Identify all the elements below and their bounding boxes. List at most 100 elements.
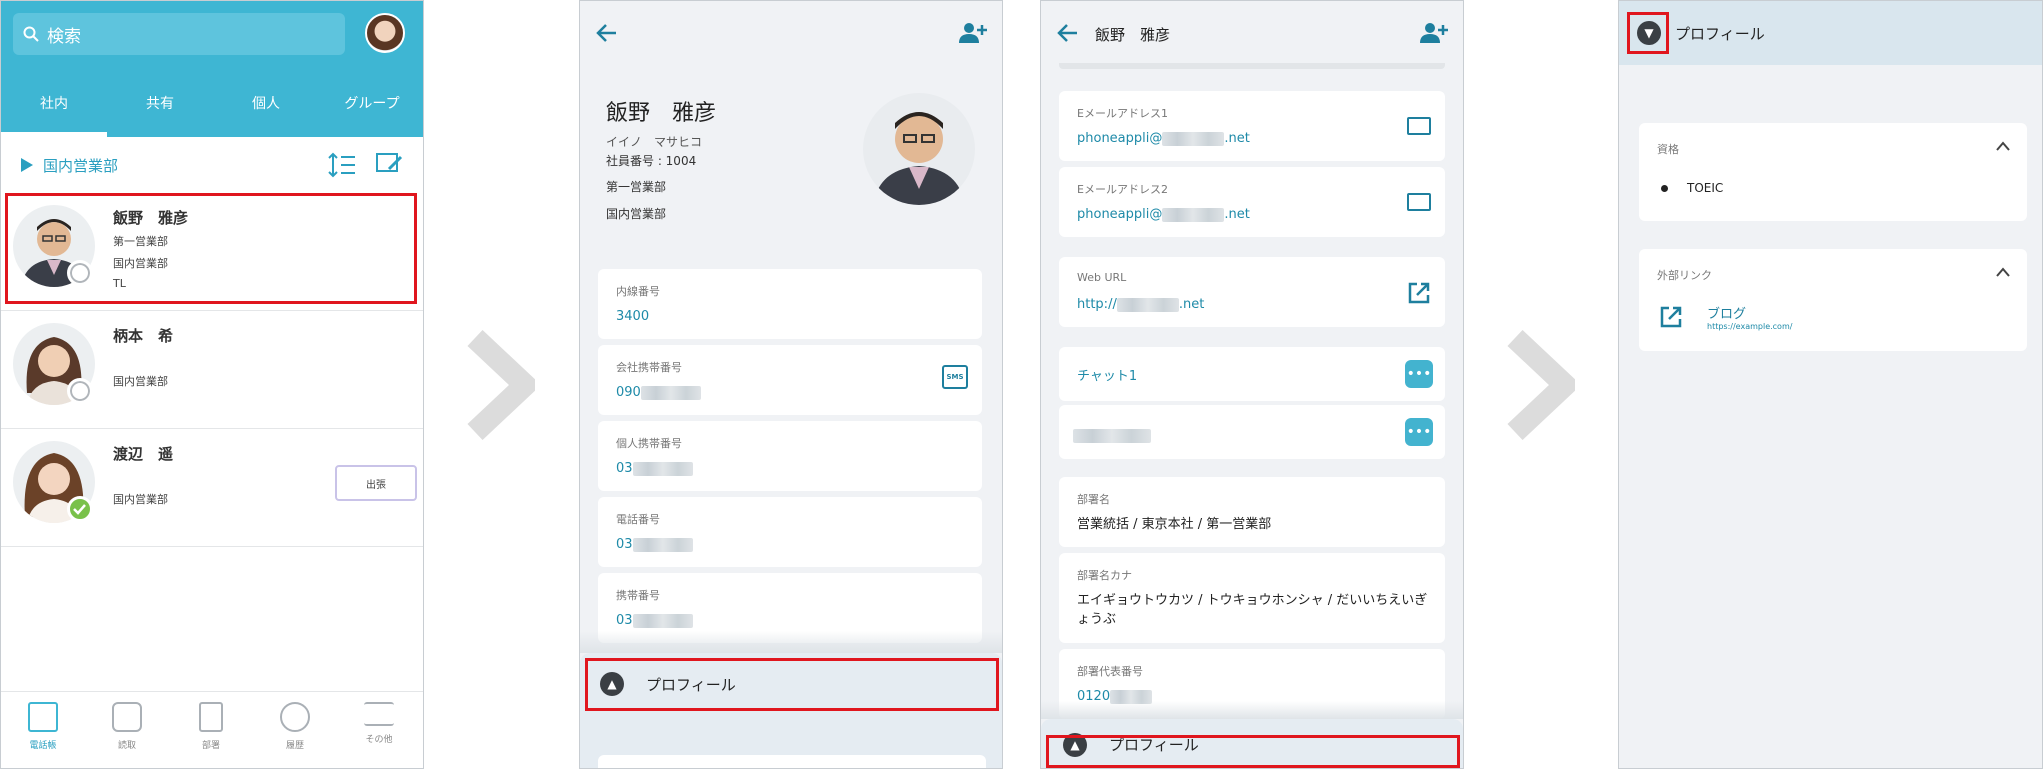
field-card[interactable]: 会社携帯番号 090 SMS: [598, 345, 982, 415]
screen-contact-detail: 飯野 雅彦 イイノ マサヒコ 社員番号 : 1004 第一営業部 国内営業部 内…: [579, 0, 1003, 769]
bullet: [1661, 185, 1668, 192]
external-links-label: 外部リンク: [1657, 269, 1712, 282]
external-links-card: 外部リンク ブログ https://example.com/: [1639, 249, 2027, 351]
link-title[interactable]: ブログ: [1707, 303, 1746, 322]
email-prefix: phoneappli@: [1077, 131, 1163, 146]
chevron-right-icon: [467, 330, 535, 440]
web-value: http:// .net: [1077, 297, 1204, 312]
profile-bar[interactable]: ▲ プロフィール: [1041, 719, 1463, 768]
profile-header-title: プロフィール: [1675, 25, 1765, 43]
contact-name: 飯野 雅彦: [606, 101, 717, 126]
chat-icon[interactable]: •••: [1405, 360, 1433, 388]
tab-personal[interactable]: 個人: [213, 93, 319, 113]
tab-internal[interactable]: 社内: [1, 93, 107, 113]
field-label: 内線番号: [616, 285, 660, 298]
field-label: 電話番号: [616, 513, 660, 526]
email-card[interactable]: Eメールアドレス2 phoneappli@ .net: [1059, 167, 1445, 237]
nav-department[interactable]: 部署: [169, 702, 253, 751]
profile-bar[interactable]: ▲ プロフィール: [580, 653, 1002, 715]
contact-division: 国内営業部: [113, 257, 168, 270]
menu-icon: [364, 702, 394, 726]
nav-more[interactable]: その他: [337, 702, 421, 745]
department: 第一営業部: [606, 180, 667, 194]
nav-label: 部署: [201, 741, 220, 751]
tab-shared[interactable]: 共有: [107, 93, 213, 113]
nav-phonebook[interactable]: 電話帳: [1, 702, 85, 751]
status-button[interactable]: 出張: [335, 465, 417, 501]
email-value: phoneappli@ .net: [1077, 207, 1250, 222]
field-card[interactable]: 個人携帯番号 03: [598, 421, 982, 491]
contact-dept: 第一営業部: [113, 235, 168, 248]
email-suffix: .net: [1224, 207, 1250, 222]
fade-shadow: [580, 631, 1002, 653]
building-icon: [199, 702, 223, 732]
tab-group[interactable]: グループ: [319, 93, 423, 113]
chevron-up-icon[interactable]: [1995, 267, 2011, 277]
field-value: 営業統括 / 東京本社 / 第一営業部: [1077, 517, 1272, 532]
add-contact-icon[interactable]: [1419, 21, 1449, 45]
field-value: 03: [616, 537, 693, 552]
user-avatar[interactable]: [365, 13, 405, 53]
status-badge: [67, 378, 93, 404]
field-card[interactable]: 内線番号 3400: [598, 269, 982, 339]
search-placeholder: 検索: [47, 26, 81, 47]
nav-history[interactable]: 履歴: [253, 702, 337, 751]
dept-kana-card: 部署名カナエイギョウトウカツ / トウキョウホンシャ / だいいちえいぎょうぶ: [1059, 553, 1445, 643]
external-link-icon[interactable]: [1407, 281, 1431, 305]
nav-label: 電話帳: [29, 741, 57, 751]
field-value-text: 090: [616, 385, 641, 400]
mail-icon[interactable]: [1407, 193, 1431, 211]
list-item[interactable]: 渡辺 遥 国内営業部 出張: [1, 429, 423, 547]
edit-list-icon[interactable]: [375, 151, 403, 177]
fade-shadow: [1041, 701, 1463, 719]
profile-bar-label: プロフィール: [646, 675, 736, 694]
chat-value: [1073, 425, 1151, 444]
qualification-card: 資格 TOEIC: [1639, 123, 2027, 221]
sort-icon[interactable]: [327, 151, 357, 179]
chat-card[interactable]: チャット1 •••: [1059, 347, 1445, 401]
status-badge: [67, 260, 93, 286]
profile-panel: [580, 715, 1002, 768]
qualification-label: 資格: [1657, 143, 1679, 156]
field-label: 部署名カナ: [1077, 569, 1132, 582]
field-label: 個人携帯番号: [616, 437, 682, 450]
sms-icon[interactable]: SMS: [942, 365, 968, 389]
bottom-nav: 電話帳 読取 部署 履歴 その他: [1, 691, 423, 768]
back-arrow-icon[interactable]: [1057, 23, 1079, 43]
chevron-down-icon[interactable]: ▼: [1637, 21, 1661, 45]
screen-profile-panel: ▼ プロフィール 資格 TOEIC 外部リンク ブログ https://exam…: [1618, 0, 2043, 769]
chat-icon[interactable]: •••: [1405, 418, 1433, 446]
section-header[interactable]: 国内営業部: [1, 137, 423, 193]
link-url[interactable]: https://example.com/: [1707, 322, 1792, 331]
add-contact-icon[interactable]: [958, 21, 988, 45]
list-item[interactable]: 柄本 希 国内営業部: [1, 311, 423, 429]
email-card[interactable]: Eメールアドレス1 phoneappli@ .net: [1059, 91, 1445, 161]
chevron-up-icon: ▲: [1063, 732, 1087, 757]
external-link-icon[interactable]: [1659, 305, 1683, 329]
panel-card-peek: [598, 755, 986, 768]
division: 国内営業部: [606, 207, 667, 221]
contact-role: TL: [113, 277, 126, 290]
list-item[interactable]: 飯野 雅彦 第一営業部 国内営業部 TL: [1, 193, 423, 311]
field-value: エイギョウトウカツ / トウキョウホンシャ / だいいちえいぎょうぶ: [1077, 593, 1428, 627]
back-arrow-icon[interactable]: [596, 23, 618, 43]
mail-icon[interactable]: [1407, 117, 1431, 135]
play-icon: [21, 158, 33, 172]
search-icon: [23, 26, 39, 42]
web-card[interactable]: Web URL http:// .net: [1059, 257, 1445, 327]
clock-icon: [280, 702, 310, 732]
employee-number: 社員番号 : 1004: [606, 154, 697, 168]
contact-division: 国内営業部: [113, 375, 168, 388]
field-label: Eメールアドレス2: [1077, 183, 1168, 196]
nav-label: 読取: [117, 741, 136, 751]
screen-contact-list: 検索 社内 共有 個人 グループ 国内営業部 飯野 雅彦 第一営業部 国内営業部…: [0, 0, 424, 769]
chat-card[interactable]: •••: [1059, 405, 1445, 459]
nav-scan[interactable]: 読取: [85, 702, 169, 751]
section-label: 国内営業部: [43, 156, 119, 175]
camera-icon: [112, 702, 142, 732]
field-label: 部署名: [1077, 493, 1110, 506]
field-card[interactable]: 電話番号 03: [598, 497, 982, 567]
search-input[interactable]: 検索: [13, 13, 345, 55]
profile-bar-label: プロフィール: [1109, 736, 1199, 754]
chevron-up-icon[interactable]: [1995, 141, 2011, 151]
